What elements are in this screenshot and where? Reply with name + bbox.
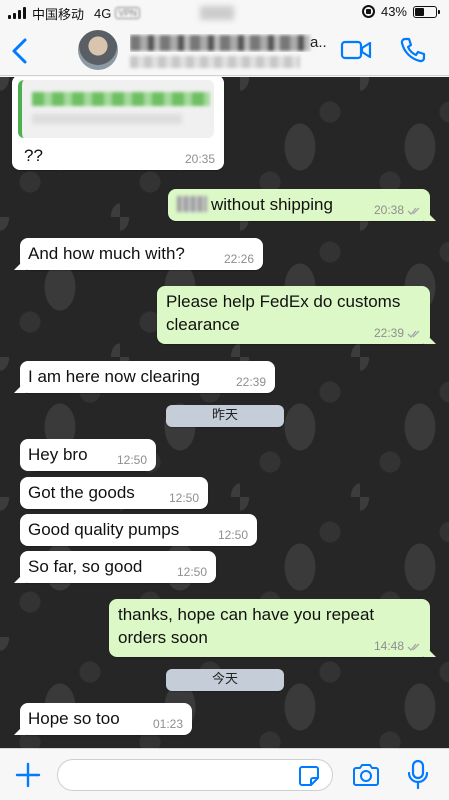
contact-name[interactable]: a... — [130, 34, 328, 52]
battery-fill — [415, 7, 424, 16]
video-call-icon[interactable] — [340, 38, 372, 62]
message-bubble-outgoing[interactable]: thanks, hope can have you repeat orders … — [109, 599, 430, 657]
message-text: Got the goods — [28, 483, 135, 502]
contact-avatar[interactable] — [78, 30, 118, 70]
carrier-name: 中国移动 — [32, 7, 85, 23]
message-time: 01:23 — [152, 717, 183, 731]
message-bubble-incoming[interactable]: So far, so good 12:50 — [20, 551, 216, 583]
vpn-badge: VPN — [115, 7, 140, 19]
message-text: So far, so good — [28, 557, 143, 576]
status-bar: 中国移动 4G VPN 43% — [0, 0, 449, 26]
message-time: 12:50 — [176, 565, 207, 579]
message-time: 22:39 — [373, 326, 404, 340]
message-bubble-incoming[interactable]: Got the goods 12:50 — [20, 477, 208, 509]
message-bubble-incoming[interactable]: I am here now clearing 22:39 — [20, 361, 275, 393]
message-time: 22:26 — [223, 252, 254, 266]
message-time: 20:38 — [373, 203, 404, 217]
blurred-contact-status — [130, 56, 300, 68]
message-time: 14:48 — [373, 639, 404, 653]
blurred-quote-text — [32, 92, 210, 106]
message-time: 12:50 — [116, 453, 147, 467]
plus-icon[interactable] — [14, 761, 42, 789]
back-chevron-icon[interactable] — [8, 36, 32, 66]
message-bubble-incoming[interactable]: Hey bro 12:50 — [20, 439, 156, 471]
read-receipt-icon — [407, 643, 420, 651]
message-text: Hope so too — [28, 709, 120, 728]
quoted-message[interactable] — [18, 80, 214, 138]
message-text: I am here now clearing — [28, 367, 200, 386]
message-text: without shipping — [211, 195, 333, 214]
message-text: ?? — [24, 146, 43, 165]
message-bubble-outgoing[interactable]: without shipping 20:38 — [168, 189, 430, 221]
message-text: Good quality pumps — [28, 520, 180, 539]
message-bubble-incoming[interactable]: Hope so too 01:23 — [20, 703, 192, 735]
message-time: 12:50 — [168, 491, 199, 505]
date-separator: 今天 — [166, 669, 284, 691]
network-type: 4G — [94, 5, 112, 21]
camera-icon[interactable] — [351, 762, 381, 788]
battery-percent: 43% — [380, 4, 407, 19]
blurred-status-time — [200, 6, 234, 20]
message-time: 12:50 — [217, 528, 248, 542]
message-time: 22:39 — [235, 375, 266, 389]
message-bubble-incoming[interactable]: Good quality pumps 12:50 — [20, 514, 257, 546]
signal-strength-icon — [8, 7, 26, 19]
microphone-icon[interactable] — [405, 759, 431, 791]
rotation-lock-icon — [361, 5, 375, 18]
chat-header: a... — [0, 26, 449, 76]
date-separator: 昨天 — [166, 405, 284, 427]
message-text: And how much with? — [28, 244, 185, 263]
blurred-quote-text — [32, 114, 182, 124]
message-time: 20:35 — [184, 152, 215, 166]
message-input[interactable] — [57, 759, 333, 791]
blurred-contact-name — [130, 35, 310, 51]
contact-name-suffix: a... — [310, 34, 328, 51]
read-receipt-icon — [407, 330, 420, 338]
message-text: Hey bro — [28, 445, 88, 464]
phone-call-icon[interactable] — [399, 36, 427, 64]
sticker-icon[interactable] — [297, 764, 321, 788]
message-bubble-incoming[interactable]: ?? 20:35 — [12, 77, 224, 170]
battery-icon — [413, 5, 440, 18]
message-bubble-outgoing[interactable]: Please help FedEx do customs clearance 2… — [157, 286, 430, 344]
chat-message-list[interactable]: ?? 20:35 without shipping 20:38 And how … — [0, 77, 449, 748]
blurred-price — [177, 196, 207, 212]
message-bubble-incoming[interactable]: And how much with? 22:26 — [20, 238, 263, 270]
composer-bar — [0, 748, 449, 800]
read-receipt-icon — [407, 207, 420, 215]
